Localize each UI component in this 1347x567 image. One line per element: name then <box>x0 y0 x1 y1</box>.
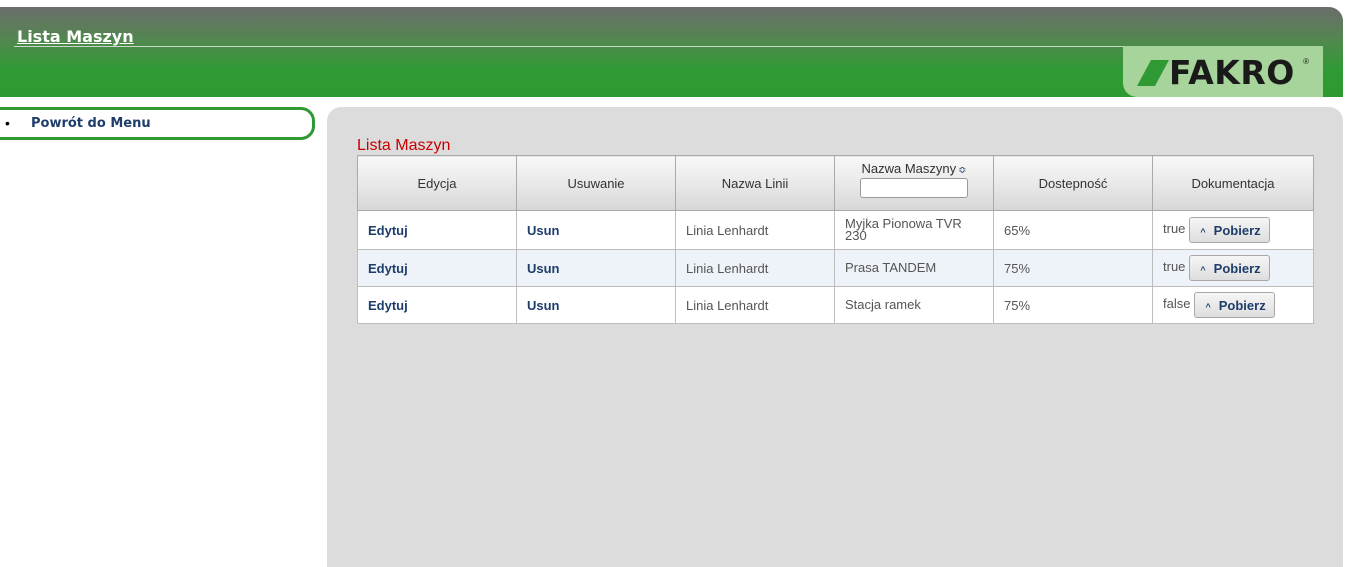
cell-documentation: false ^ Pobierz <box>1152 286 1314 324</box>
cell-delete: Usun <box>516 286 676 324</box>
back-to-menu-link[interactable]: Powrót do Menu <box>31 116 151 131</box>
machines-table: Edycja Usuwanie Nazwa Linii Nazwa Maszyn… <box>357 155 1314 324</box>
cell-availability: 65% <box>993 210 1153 250</box>
cell-machine-name: Prasa TANDEM <box>834 249 994 287</box>
download-button-label[interactable]: Pobierz <box>1214 261 1261 276</box>
table-row: Edytuj Usun Linia Lenhardt Myjka Pionowa… <box>357 210 1314 250</box>
logo-registered-mark: ® <box>1303 57 1309 66</box>
table-row: Edytuj Usun Linia Lenhardt Prasa TANDEM … <box>357 249 1314 287</box>
machine-name-text: Myjka Pionowa TVR 230 <box>845 216 962 243</box>
download-button-label[interactable]: Pobierz <box>1219 298 1266 313</box>
machine-name-text: Stacja ramek <box>845 297 921 312</box>
cell-documentation: true ^ Pobierz <box>1152 249 1314 287</box>
cell-delete: Usun <box>516 210 676 250</box>
cell-machine-name: Myjka Pionowa TVR 230 <box>834 210 994 250</box>
cell-edit: Edytuj <box>357 210 517 250</box>
documentation-value: true <box>1163 259 1186 275</box>
cell-edit: Edytuj <box>357 286 517 324</box>
chevron-up-icon: ^ <box>1205 302 1211 312</box>
column-header-delete: Usuwanie <box>516 155 676 211</box>
delete-link[interactable]: Usun <box>527 223 560 238</box>
sort-icon[interactable]: ≎ <box>958 165 966 176</box>
column-header-machine[interactable]: Nazwa Maszyny ≎ <box>834 155 994 211</box>
cell-machine-name: Stacja ramek <box>834 286 994 324</box>
machine-name-text: Prasa TANDEM <box>845 260 937 275</box>
column-header-machine-label[interactable]: Nazwa Maszyny <box>861 161 956 176</box>
fakro-logo: FAKRO ® <box>1123 46 1323 97</box>
edit-link[interactable]: Edytuj <box>368 298 408 313</box>
cell-line-name: Linia Lenhardt <box>675 249 835 287</box>
sidebar-nav: • Powrót do Menu <box>0 107 315 140</box>
cell-line-name: Linia Lenhardt <box>675 286 835 324</box>
chevron-up-icon: ^ <box>1200 265 1206 275</box>
delete-link[interactable]: Usun <box>527 298 560 313</box>
cell-edit: Edytuj <box>357 249 517 287</box>
app-header: Lista Maszyn FAKRO ® <box>0 7 1343 97</box>
logo-text: FAKRO <box>1169 53 1295 92</box>
cell-delete: Usun <box>516 249 676 287</box>
chevron-up-icon: ^ <box>1200 227 1206 237</box>
cell-line-name: Linia Lenhardt <box>675 210 835 250</box>
cell-documentation: true ^ Pobierz <box>1152 210 1314 250</box>
machine-name-filter-input[interactable] <box>860 178 968 198</box>
cell-availability: 75% <box>993 286 1153 324</box>
column-header-edit: Edycja <box>357 155 517 211</box>
column-header-availability: Dostepność <box>993 155 1153 211</box>
edit-link[interactable]: Edytuj <box>368 261 408 276</box>
documentation-value: true <box>1163 221 1186 237</box>
column-header-documentation: Dokumentacja <box>1152 155 1314 211</box>
table-row: Edytuj Usun Linia Lenhardt Stacja ramek … <box>357 286 1314 324</box>
bullet-icon: • <box>5 115 10 131</box>
cell-availability: 75% <box>993 249 1153 287</box>
documentation-value: false <box>1163 296 1191 312</box>
download-button[interactable]: ^ Pobierz <box>1189 217 1270 243</box>
section-title: Lista Maszyn <box>357 137 451 154</box>
download-button[interactable]: ^ Pobierz <box>1194 292 1275 318</box>
table-header-row: Edycja Usuwanie Nazwa Linii Nazwa Maszyn… <box>357 155 1314 211</box>
download-button[interactable]: ^ Pobierz <box>1189 255 1270 281</box>
delete-link[interactable]: Usun <box>527 261 560 276</box>
download-button-label[interactable]: Pobierz <box>1214 223 1261 238</box>
logo-slash-icon <box>1137 60 1169 86</box>
page-header-title: Lista Maszyn <box>17 27 134 46</box>
edit-link[interactable]: Edytuj <box>368 223 408 238</box>
column-header-line: Nazwa Linii <box>675 155 835 211</box>
